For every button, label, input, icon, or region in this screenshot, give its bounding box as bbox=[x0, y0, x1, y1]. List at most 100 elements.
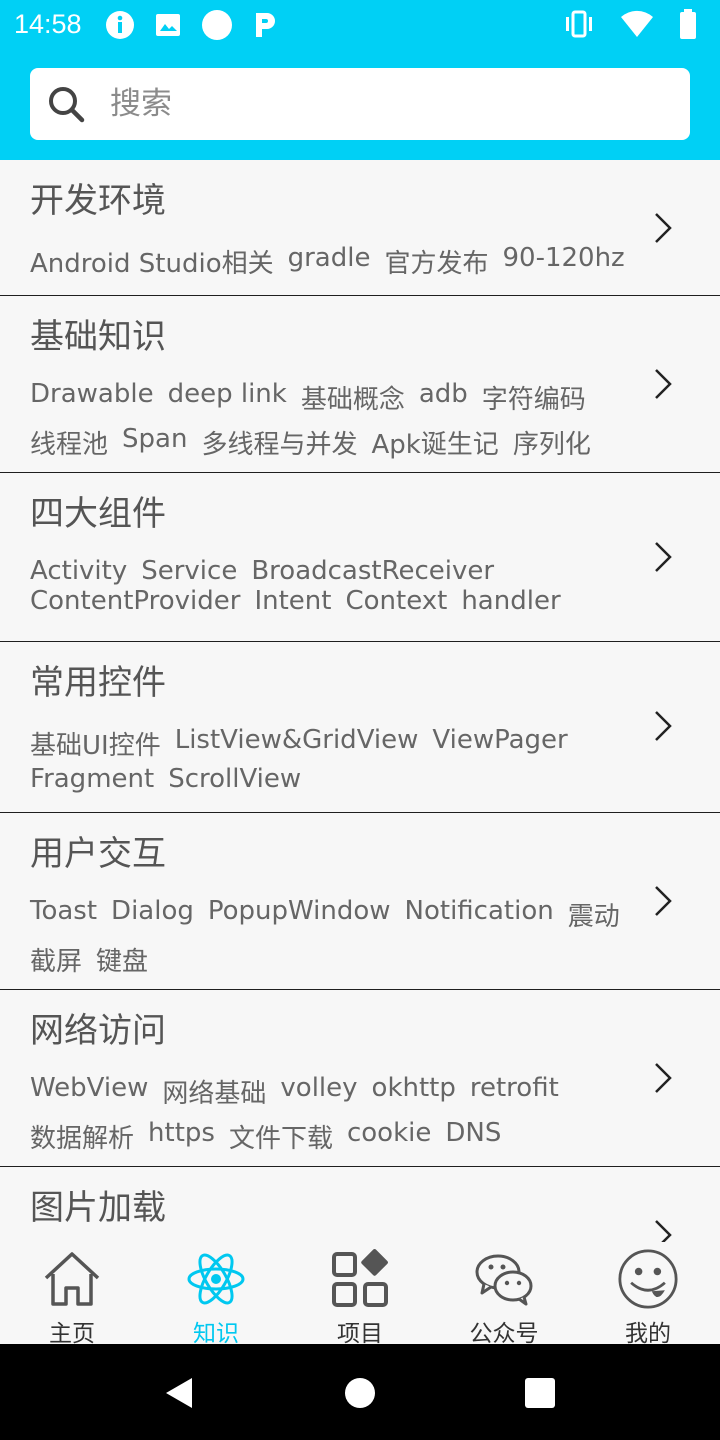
tag[interactable]: ListView&GridView bbox=[175, 725, 419, 762]
tag[interactable]: cookie bbox=[347, 1118, 431, 1155]
category-title: 四大组件 bbox=[30, 494, 166, 534]
tag[interactable]: ViewPager bbox=[432, 725, 567, 762]
tag[interactable]: BroadcastReceiver bbox=[251, 556, 494, 586]
recents-icon[interactable] bbox=[523, 1376, 557, 1410]
tag[interactable]: deep link bbox=[168, 379, 287, 416]
vibrate-icon bbox=[566, 10, 592, 38]
tag[interactable]: 基础概念 bbox=[301, 379, 405, 416]
home-circle-icon[interactable] bbox=[343, 1376, 377, 1410]
tag[interactable]: 数据解析 bbox=[30, 1118, 134, 1155]
atom-icon bbox=[187, 1253, 245, 1305]
battery-icon bbox=[680, 9, 696, 39]
tag[interactable]: 截屏 bbox=[30, 941, 82, 978]
category-tags: Toast Dialog PopupWindow Notification 震动… bbox=[30, 896, 630, 978]
tag[interactable]: 键盘 bbox=[96, 941, 148, 978]
nav-label: 知识 bbox=[193, 1321, 239, 1347]
tag[interactable]: Intent bbox=[254, 586, 331, 616]
chevron-right-icon[interactable] bbox=[654, 710, 672, 742]
tag[interactable]: DNS bbox=[445, 1118, 501, 1155]
wechat-icon bbox=[475, 1254, 533, 1306]
tag[interactable]: Notification bbox=[405, 896, 554, 933]
info-icon bbox=[106, 11, 134, 39]
tag[interactable]: Activity bbox=[30, 556, 127, 586]
category-item[interactable]: 常用控件 基础UI控件 ListView&GridView ViewPager … bbox=[0, 642, 720, 813]
tag[interactable]: 线程池 bbox=[30, 424, 108, 461]
system-nav-bar bbox=[0, 1344, 720, 1440]
category-title: 常用控件 bbox=[30, 663, 166, 703]
bottom-nav: 主页 知识 项目 公众号 我的 bbox=[0, 1242, 720, 1347]
tag[interactable]: 网络基础 bbox=[162, 1073, 266, 1110]
back-icon[interactable] bbox=[162, 1376, 196, 1410]
home-icon bbox=[44, 1252, 100, 1306]
nav-tab-mine[interactable]: 我的 bbox=[576, 1242, 720, 1347]
tag[interactable]: 文件下载 bbox=[229, 1118, 333, 1155]
tag[interactable]: Context bbox=[345, 586, 447, 616]
status-bar: 14:58 bbox=[0, 0, 720, 50]
tag[interactable]: 序列化 bbox=[513, 424, 591, 461]
tag[interactable]: gradle bbox=[288, 243, 371, 280]
tag[interactable]: 90-120hz bbox=[502, 243, 624, 280]
tag[interactable]: Toast bbox=[30, 896, 97, 933]
tag[interactable]: Android Studio相关 bbox=[30, 243, 274, 280]
category-title: 开发环境 bbox=[30, 181, 166, 221]
wifi-icon bbox=[621, 10, 653, 38]
tag[interactable]: Drawable bbox=[30, 379, 154, 416]
tag[interactable]: 字符编码 bbox=[482, 379, 586, 416]
nav-tab-home[interactable]: 主页 bbox=[0, 1242, 144, 1347]
tag[interactable]: okhttp bbox=[372, 1073, 456, 1110]
chevron-right-icon[interactable] bbox=[654, 212, 672, 244]
status-left-icons bbox=[104, 8, 280, 42]
p-icon bbox=[256, 13, 275, 37]
category-tags: Android Studio相关 gradle 官方发布 90-120hz bbox=[30, 243, 630, 280]
tag[interactable]: 基础UI控件 bbox=[30, 725, 161, 762]
smiley-icon bbox=[618, 1249, 678, 1309]
tag[interactable]: WebView bbox=[30, 1073, 148, 1110]
image-icon bbox=[156, 14, 180, 36]
grid-icon bbox=[332, 1249, 388, 1307]
category-item[interactable]: 用户交互 Toast Dialog PopupWindow Notificati… bbox=[0, 813, 720, 990]
nav-label: 公众号 bbox=[469, 1321, 539, 1347]
tag[interactable]: 多线程与并发 bbox=[201, 424, 357, 461]
tag[interactable]: Span bbox=[122, 424, 187, 461]
tag[interactable]: Fragment bbox=[30, 764, 154, 794]
category-item[interactable]: 开发环境 Android Studio相关 gradle 官方发布 90-120… bbox=[0, 160, 720, 296]
nav-tab-knowledge[interactable]: 知识 bbox=[144, 1242, 288, 1347]
nav-label: 项目 bbox=[337, 1321, 383, 1347]
category-item[interactable]: 图片加载 bbox=[0, 1167, 720, 1242]
chevron-right-icon[interactable] bbox=[654, 368, 672, 400]
category-item[interactable]: 四大组件 Activity Service BroadcastReceiver … bbox=[0, 473, 720, 642]
tag[interactable]: volley bbox=[280, 1073, 357, 1110]
search-input[interactable] bbox=[110, 76, 670, 132]
tag[interactable]: handler bbox=[461, 586, 560, 616]
tag[interactable]: PopupWindow bbox=[208, 896, 391, 933]
category-tags: WebView 网络基础 volley okhttp retrofit 数据解析… bbox=[30, 1073, 630, 1155]
category-item[interactable]: 网络访问 WebView 网络基础 volley okhttp retrofit… bbox=[0, 990, 720, 1167]
tag[interactable]: Service bbox=[141, 556, 237, 586]
category-tags: 基础UI控件 ListView&GridView ViewPager Fragm… bbox=[30, 725, 630, 794]
tag[interactable]: https bbox=[148, 1118, 215, 1155]
search-header bbox=[0, 50, 720, 160]
category-title: 网络访问 bbox=[30, 1011, 166, 1051]
chevron-right-icon[interactable] bbox=[654, 1062, 672, 1094]
tag[interactable]: adb bbox=[419, 379, 468, 416]
category-title: 基础知识 bbox=[30, 317, 166, 357]
category-tags: Activity Service BroadcastReceiver Conte… bbox=[30, 556, 630, 616]
tag[interactable]: ContentProvider bbox=[30, 586, 240, 616]
tag[interactable]: retrofit bbox=[470, 1073, 559, 1110]
category-title: 用户交互 bbox=[30, 834, 166, 874]
nav-tab-wechat[interactable]: 公众号 bbox=[432, 1242, 576, 1347]
category-list[interactable]: 开发环境 Android Studio相关 gradle 官方发布 90-120… bbox=[0, 160, 720, 1242]
chevron-right-icon[interactable] bbox=[654, 541, 672, 573]
chevron-right-icon[interactable] bbox=[654, 885, 672, 917]
tag[interactable]: Dialog bbox=[111, 896, 194, 933]
tag[interactable]: Apk诞生记 bbox=[371, 424, 498, 461]
category-tags: Drawable deep link 基础概念 adb 字符编码 线程池 Spa… bbox=[30, 379, 630, 461]
search-icon[interactable] bbox=[46, 84, 86, 124]
tag[interactable]: ScrollView bbox=[168, 764, 301, 794]
nav-tab-projects[interactable]: 项目 bbox=[288, 1242, 432, 1347]
category-item[interactable]: 基础知识 Drawable deep link 基础概念 adb 字符编码 线程… bbox=[0, 296, 720, 473]
chevron-right-icon[interactable] bbox=[654, 1219, 672, 1242]
tag[interactable]: 震动 bbox=[568, 896, 620, 933]
search-box[interactable] bbox=[30, 68, 690, 140]
tag[interactable]: 官方发布 bbox=[384, 243, 488, 280]
